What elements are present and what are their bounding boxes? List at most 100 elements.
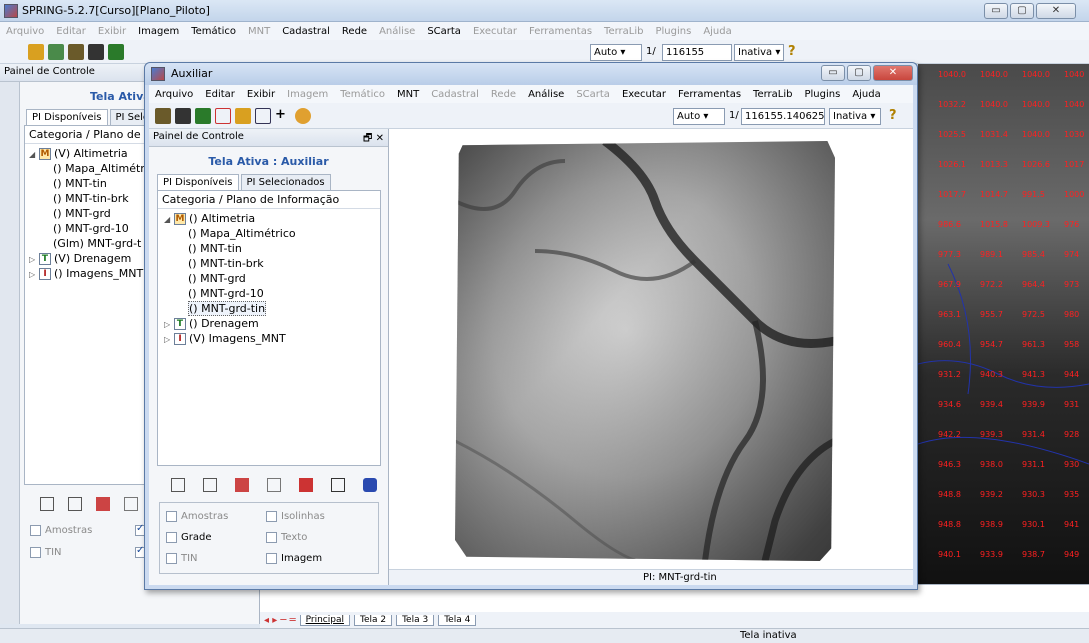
maximize-button[interactable]: ▢ — [1010, 3, 1034, 19]
aux-checkbox-texto[interactable]: Texto — [266, 528, 366, 546]
aux-tree-item[interactable]: () Mapa_Altimétrico — [164, 226, 374, 241]
checkbox-icon[interactable] — [166, 531, 177, 543]
aux-checkbox-isolinhas[interactable]: Isolinhas — [266, 507, 366, 525]
menu-terralib[interactable]: TerraLib — [598, 26, 649, 37]
aux-menu-tem-tico[interactable]: Temático — [334, 89, 391, 100]
aux-menu-exibir[interactable]: Exibir — [241, 89, 281, 100]
aux-menu-cadastral[interactable]: Cadastral — [425, 89, 485, 100]
aux-tab-pi-selecionados[interactable]: PI Selecionados — [240, 174, 331, 190]
tab-principal[interactable]: Principal — [299, 614, 350, 626]
menu-an-lise[interactable]: Análise — [373, 26, 421, 37]
close-button[interactable]: ✕ — [1036, 3, 1076, 19]
checkbox-icon[interactable] — [30, 546, 41, 558]
zoom-mode-select[interactable]: Auto ▾ — [590, 44, 642, 61]
checkbox-icon[interactable] — [30, 524, 41, 536]
float-close-icon[interactable]: 🗗 ✕ — [363, 131, 384, 144]
menu-exibir[interactable]: Exibir — [92, 26, 132, 37]
aux-pan-icon[interactable] — [295, 108, 311, 124]
aux-menu-terralib[interactable]: TerraLib — [747, 89, 798, 100]
aux-legend-icon[interactable] — [331, 478, 345, 492]
aux-info-icon[interactable] — [363, 478, 377, 492]
aux-checkbox-imagem[interactable]: Imagem — [266, 550, 366, 568]
chart-icon[interactable] — [124, 497, 138, 511]
aux-menu-ajuda[interactable]: Ajuda — [846, 89, 886, 100]
aux-help-icon[interactable]: ? — [889, 108, 897, 123]
checkbox-icon[interactable] — [266, 531, 277, 543]
project-icon[interactable] — [48, 44, 64, 60]
aux-menu-imagem[interactable]: Imagem — [281, 89, 334, 100]
aux-select-icon[interactable] — [235, 108, 251, 124]
menu-imagem[interactable]: Imagem — [132, 26, 185, 37]
aux-menu-an-lise[interactable]: Análise — [522, 89, 570, 100]
expand-arrow-icon[interactable]: ▷ — [29, 267, 39, 282]
aux-menu-mnt[interactable]: MNT — [391, 89, 425, 100]
checkbox-icon[interactable] — [266, 553, 277, 565]
grid-icon[interactable] — [88, 44, 104, 60]
aux-menu-executar[interactable]: Executar — [616, 89, 672, 100]
aux-window-icon[interactable] — [215, 108, 231, 124]
checkbox-amostras[interactable]: Amostras — [30, 521, 135, 539]
collapse-arrow-icon[interactable]: ◢ — [164, 212, 174, 227]
aux-tree-item[interactable]: ◢ M() Altimetria — [164, 211, 374, 226]
menu-cadastral[interactable]: Cadastral — [276, 26, 336, 37]
nav-arrows-icon[interactable]: ◂ ▸ ─ ═ — [264, 615, 296, 626]
aux-tree-item[interactable]: ▷ T() Drenagem — [164, 316, 374, 331]
table-icon[interactable] — [68, 497, 82, 511]
aux-layers-icon[interactable] — [155, 108, 171, 124]
aux-scale-input[interactable]: 116155.140625 — [741, 108, 825, 125]
aux-tree-item[interactable]: () MNT-grd-10 — [164, 286, 374, 301]
help-icon[interactable]: ? — [788, 44, 796, 59]
tab-tela-2[interactable]: Tela 2 — [353, 614, 393, 626]
palette-icon[interactable] — [96, 497, 110, 511]
collapse-arrow-icon[interactable]: ◢ — [29, 147, 39, 162]
aux-zoom-mode-select[interactable]: Auto ▾ — [673, 108, 725, 125]
draw-icon[interactable] — [108, 44, 124, 60]
aux-menu-arquivo[interactable]: Arquivo — [149, 89, 199, 100]
menu-executar[interactable]: Executar — [467, 26, 523, 37]
aux-maximize-button[interactable]: ▢ — [847, 65, 871, 81]
aux-grid-icon[interactable] — [175, 108, 191, 124]
aux-tree-item[interactable]: ▷ I (V) Imagens_MNT — [164, 331, 374, 346]
aux-checkbox-grade[interactable]: Grade — [166, 528, 266, 546]
aux-draw-icon[interactable] — [195, 108, 211, 124]
expand-arrow-icon[interactable]: ▷ — [164, 332, 174, 347]
aux-tree-item[interactable]: () MNT-grd — [164, 271, 374, 286]
aux-minimize-button[interactable]: ▭ — [821, 65, 845, 81]
aux-checkbox-tin[interactable]: TIN — [166, 550, 266, 568]
aux-map-canvas[interactable] — [389, 129, 913, 569]
scale-input[interactable]: 116155 — [662, 44, 732, 61]
menu-ajuda[interactable]: Ajuda — [697, 26, 737, 37]
aux-menu-plugins[interactable]: Plugins — [798, 89, 846, 100]
status-select[interactable]: Inativa ▾ — [734, 44, 784, 61]
aux-list-icon[interactable] — [171, 478, 185, 492]
menu-editar[interactable]: Editar — [50, 26, 92, 37]
aux-chart-icon[interactable] — [267, 478, 281, 492]
expand-arrow-icon[interactable]: ▷ — [164, 317, 174, 332]
aux-menu-rede[interactable]: Rede — [485, 89, 522, 100]
expand-arrow-icon[interactable]: ▷ — [29, 252, 39, 267]
list-icon[interactable] — [40, 497, 54, 511]
aux-menu-ferramentas[interactable]: Ferramentas — [672, 89, 747, 100]
checkbox-icon[interactable] — [166, 553, 177, 565]
aux-zoom-in-icon[interactable]: + — [275, 108, 291, 124]
checkbox-icon[interactable] — [166, 510, 177, 522]
aux-close-button[interactable]: ✕ — [873, 65, 913, 81]
tab-pi-disponiveis[interactable]: PI Disponíveis — [26, 109, 108, 125]
main-map-canvas[interactable]: 1040.0 1040.0 1040.0 1040 1032.2 1040.0 1040.0… — [918, 64, 1089, 584]
aux-tree-item[interactable]: () MNT-grd-tin — [164, 301, 374, 316]
menu-arquivo[interactable]: Arquivo — [0, 26, 50, 37]
aux-tab-pi-disponiveis[interactable]: PI Disponíveis — [157, 174, 239, 190]
aux-tree-item[interactable]: () MNT-tin-brk — [164, 256, 374, 271]
menu-mnt[interactable]: MNT — [242, 26, 276, 37]
layers-icon[interactable] — [68, 44, 84, 60]
aux-tree-item[interactable]: () MNT-tin — [164, 241, 374, 256]
aux-palette-icon[interactable] — [235, 478, 249, 492]
aux-menu-editar[interactable]: Editar — [199, 89, 241, 100]
minimize-button[interactable]: ▭ — [984, 3, 1008, 19]
aux-checkbox-amostras[interactable]: Amostras — [166, 507, 266, 525]
aux-menu-scarta[interactable]: SCarta — [570, 89, 616, 100]
menu-scarta[interactable]: SCarta — [421, 26, 467, 37]
database-icon[interactable] — [28, 44, 44, 60]
tab-tela-4[interactable]: Tela 4 — [438, 614, 477, 626]
tab-tela-3[interactable]: Tela 3 — [396, 614, 435, 626]
